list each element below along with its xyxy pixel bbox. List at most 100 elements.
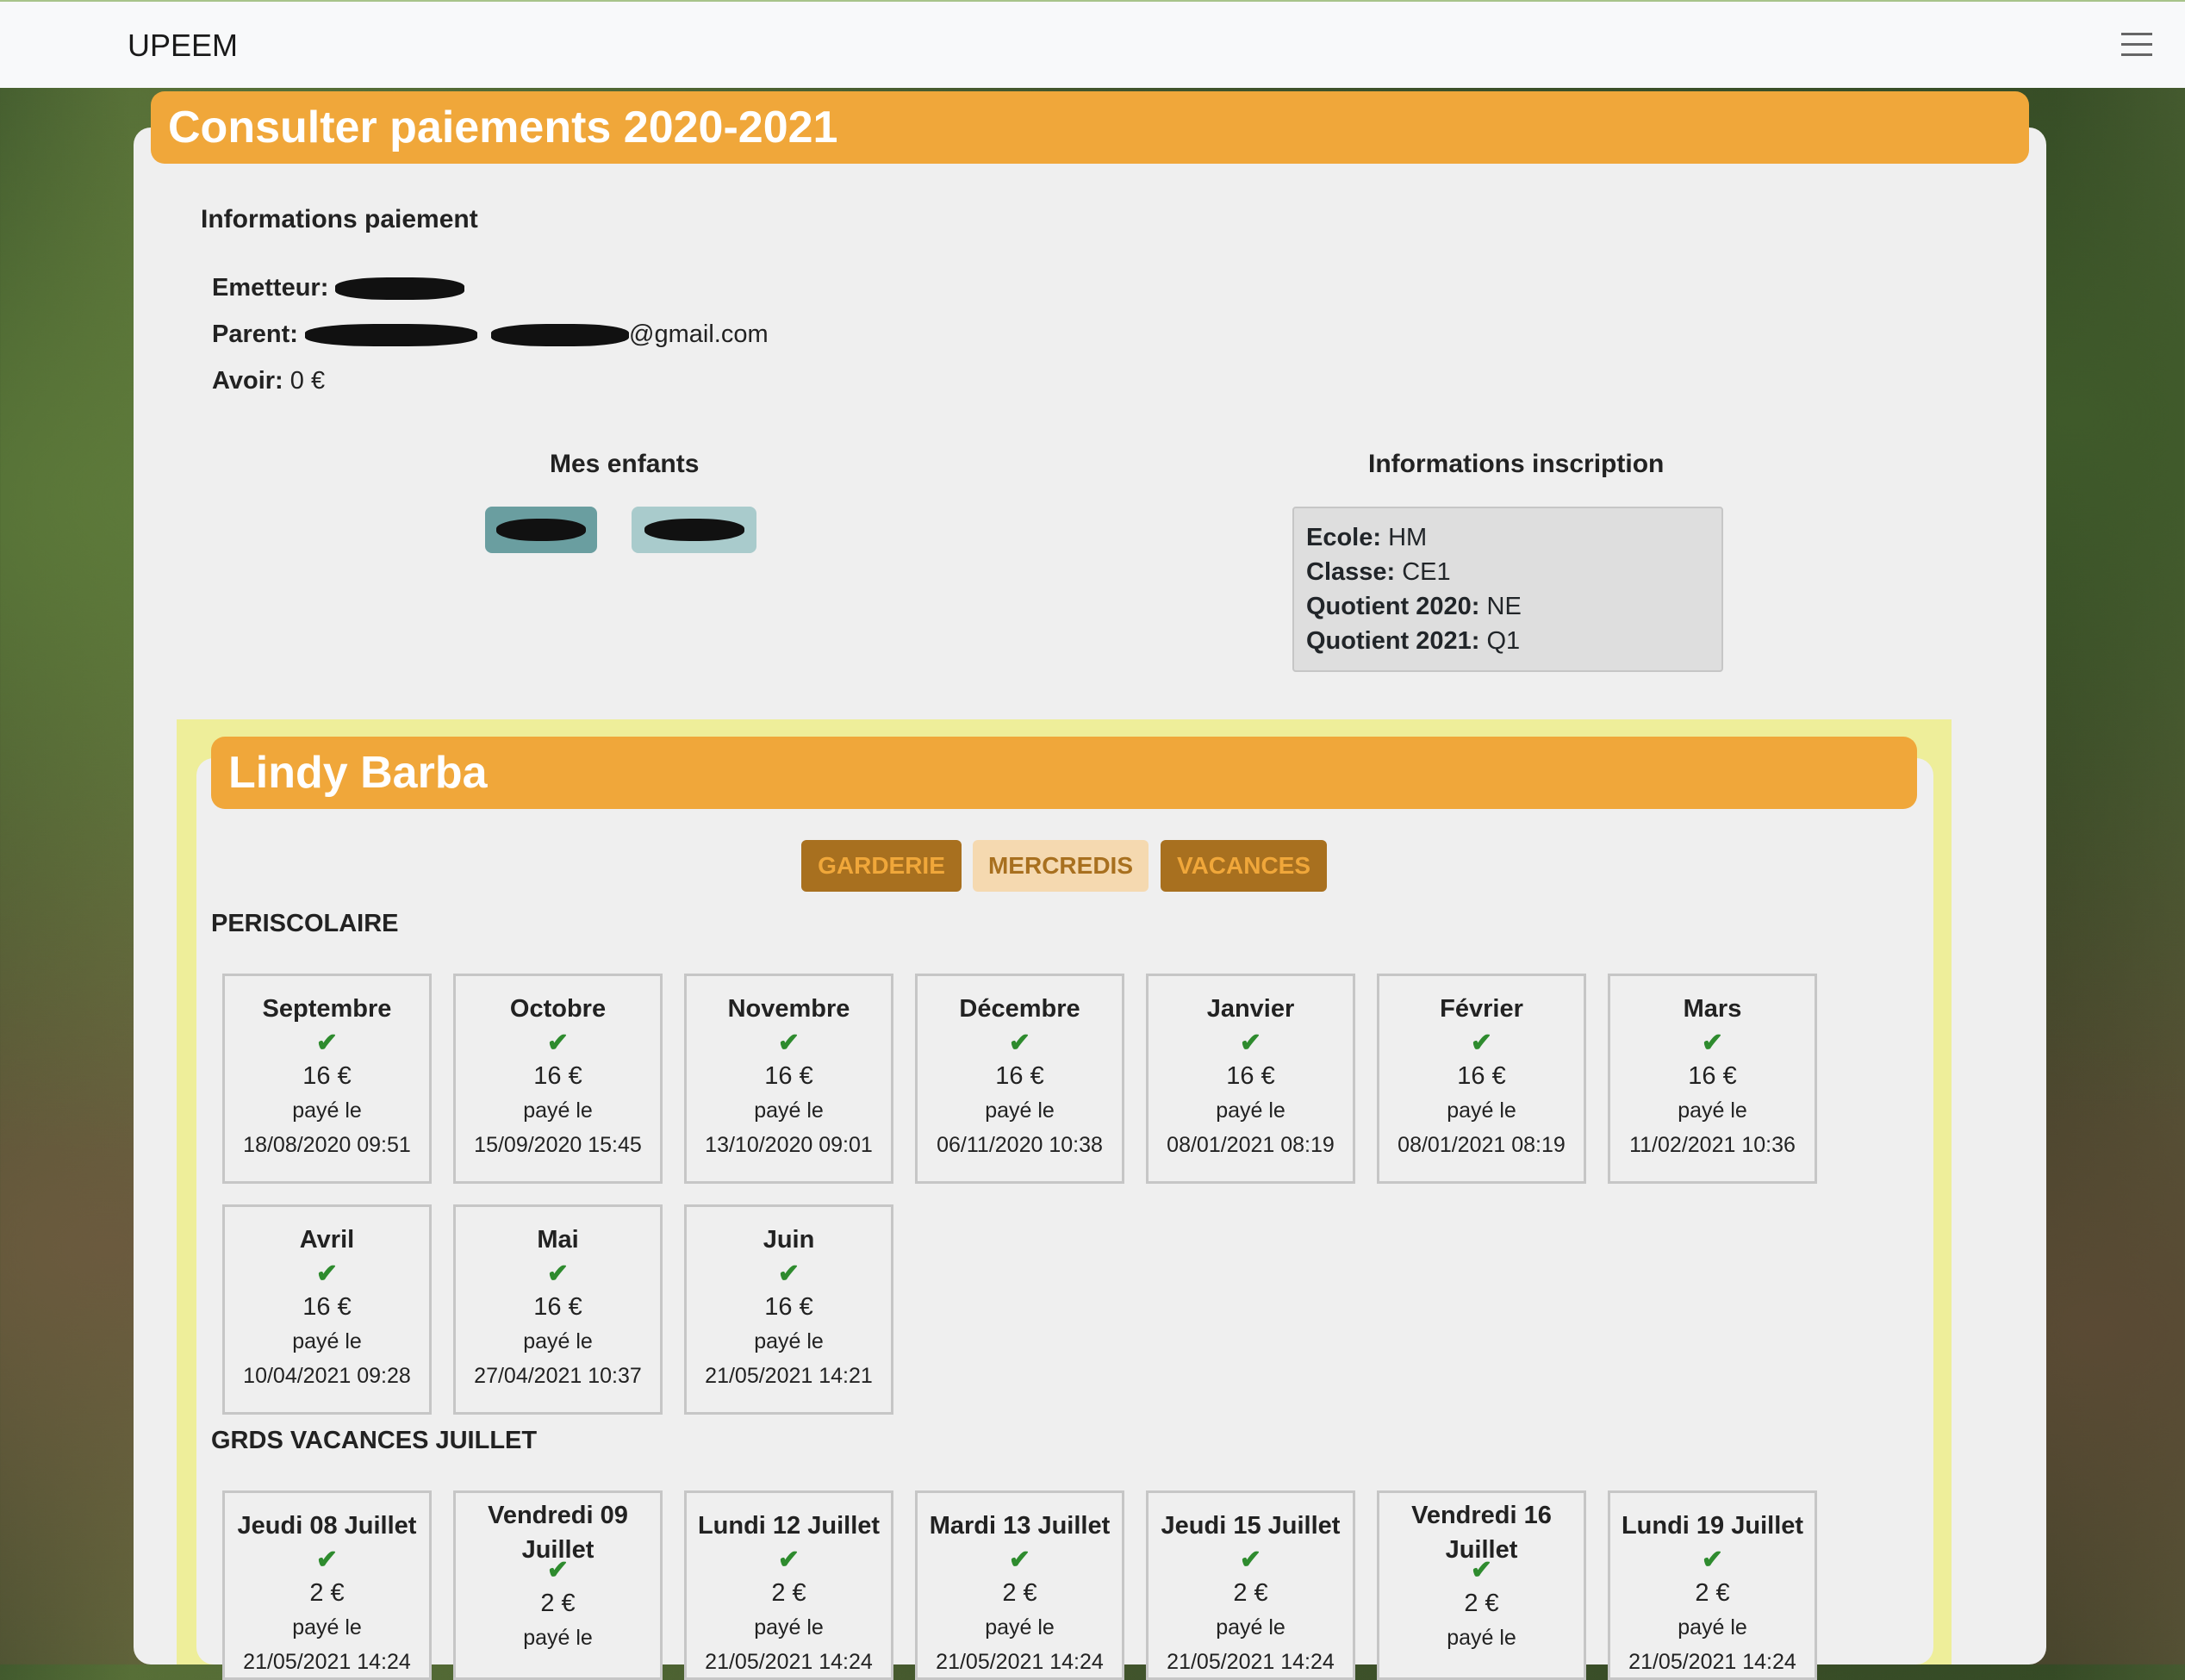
paid-label: payé le (1216, 1098, 1285, 1123)
paid-date: 21/05/2021 14:24 (1167, 1650, 1335, 1674)
amount: 2 € (1464, 1590, 1499, 1617)
day-name-line1: Jeudi 15 Juillet (1161, 1512, 1341, 1540)
paid-date: 21/05/2021 14:24 (1628, 1650, 1796, 1674)
check-icon: ✔ (1470, 1556, 1493, 1584)
child-button-2[interactable] (632, 507, 756, 553)
day-card: Lundi 19 Juillet ✔ 2 € payé le 21/05/2021 14… (1608, 1490, 1817, 1680)
month-name: Septembre (262, 995, 392, 1023)
check-icon: ✔ (1701, 1029, 1724, 1057)
month-card: Décembre ✔ 16 € payé le 06/11/2020 10:38 (915, 974, 1124, 1184)
month-name: Mai (537, 1226, 579, 1254)
paid-label: payé le (1447, 1626, 1516, 1650)
paid-label: payé le (754, 1098, 824, 1123)
amount: 16 € (533, 1062, 582, 1090)
month-card: Juin ✔ 16 € payé le 21/05/2021 14:21 (684, 1204, 893, 1415)
tab-vacances[interactable]: VACANCES (1161, 840, 1327, 892)
check-icon: ✔ (1470, 1029, 1493, 1057)
quotient-2020-value: NE (1486, 593, 1522, 620)
month-name: Novembre (727, 995, 850, 1023)
paid-date: 21/05/2021 14:24 (705, 1650, 873, 1674)
paid-date: 11/02/2021 10:36 (1629, 1133, 1796, 1157)
month-name: Février (1440, 995, 1523, 1023)
paid-label: payé le (1216, 1615, 1285, 1640)
navbar: UPEEM (0, 0, 2185, 88)
amount: 16 € (302, 1062, 352, 1090)
check-icon: ✔ (777, 1260, 800, 1288)
payment-info-title: Informations paiement (201, 205, 478, 233)
day-name: Jeudi 15 Juillet (1149, 1509, 1353, 1543)
paid-date: 21/05/2021 14:24 (936, 1650, 1104, 1674)
paid-date: 08/01/2021 08:19 (1398, 1133, 1566, 1157)
amount: 2 € (1695, 1579, 1730, 1607)
month-card: Février ✔ 16 € payé le 08/01/2021 08:19 (1377, 974, 1586, 1184)
day-name-line1: Vendredi 16 (1411, 1502, 1552, 1529)
month-card: Mai ✔ 16 € payé le 27/04/2021 10:37 (453, 1204, 663, 1415)
day-name: Lundi 12 Juillet (687, 1509, 891, 1543)
day-name-line1: Mardi 13 Juillet (929, 1512, 1111, 1540)
day-name: Mardi 13 Juillet (918, 1509, 1122, 1543)
paid-label: payé le (523, 1098, 593, 1123)
amount: 16 € (1226, 1062, 1275, 1090)
ecole-value: HM (1388, 524, 1428, 551)
check-icon: ✔ (1701, 1546, 1724, 1574)
children-title: Mes enfants (550, 450, 700, 478)
paid-date: 27/04/2021 10:37 (474, 1364, 642, 1388)
day-name-line1: Lundi 12 Juillet (697, 1512, 881, 1540)
quotient-2021-label: Quotient 2021: (1306, 627, 1480, 655)
section-periscolaire-title: PERISCOLAIRE (211, 910, 399, 937)
day-name: Jeudi 08 Juillet (225, 1509, 429, 1543)
page-title: Consulter paiements 2020-2021 (151, 91, 2029, 164)
avoir-value: 0 € (289, 367, 326, 395)
day-card: Vendredi 09 Juillet ✔ 2 € payé le (453, 1490, 663, 1680)
paid-label: payé le (985, 1615, 1055, 1640)
paid-label: payé le (1678, 1615, 1747, 1640)
amount: 2 € (1233, 1579, 1268, 1607)
brand-logo[interactable]: UPEEM (128, 28, 238, 64)
paid-date: 13/10/2020 09:01 (705, 1133, 873, 1157)
month-name: Octobre (509, 995, 607, 1023)
quotient-2020-label: Quotient 2020: (1306, 593, 1480, 620)
avoir-line: Avoir: 0 € (212, 367, 325, 395)
child-button-1[interactable] (485, 507, 597, 553)
child-name-title: Lindy Barba (211, 737, 1917, 809)
amount: 2 € (1002, 1579, 1037, 1607)
day-card: Mardi 13 Juillet ✔ 2 € payé le 21/05/2021 14… (915, 1490, 1124, 1680)
paid-date: 21/05/2021 14:21 (705, 1364, 873, 1388)
paid-date: 06/11/2020 10:38 (937, 1133, 1103, 1157)
avoir-label: Avoir: (212, 367, 283, 395)
day-card: Vendredi 16 Juillet ✔ 2 € payé le (1377, 1490, 1586, 1680)
day-name: Lundi 19 Juillet (1610, 1509, 1815, 1543)
amount: 16 € (764, 1062, 813, 1090)
parent-email-suffix: @gmail.com (629, 320, 769, 348)
month-card: Mars ✔ 16 € payé le 11/02/2021 10:36 (1608, 974, 1817, 1184)
amount: 16 € (302, 1293, 352, 1321)
emetteur-label: Emetteur: (212, 274, 329, 302)
month-card: Avril ✔ 16 € payé le 10/04/2021 09:28 (222, 1204, 432, 1415)
amount: 16 € (995, 1062, 1044, 1090)
day-name-line1: Jeudi 08 Juillet (237, 1512, 417, 1540)
redacted-block (644, 519, 744, 541)
redacted-block (335, 277, 465, 301)
paid-date: 21/05/2021 14:24 (243, 1650, 411, 1674)
month-card: Novembre ✔ 16 € payé le 13/10/2020 09:01 (684, 974, 893, 1184)
amount: 2 € (540, 1590, 576, 1617)
tab-mercredis[interactable]: MERCREDIS (973, 840, 1149, 892)
amount: 2 € (309, 1579, 345, 1607)
month-name: Avril (299, 1226, 355, 1254)
amount: 16 € (764, 1293, 813, 1321)
check-icon: ✔ (777, 1546, 800, 1574)
hamburger-icon[interactable] (2121, 33, 2152, 59)
month-card: Septembre ✔ 16 € payé le 18/08/2020 09:51 (222, 974, 432, 1184)
month-name: Décembre (959, 995, 1080, 1023)
quotient-2021-value: Q1 (1486, 627, 1521, 655)
paid-label: payé le (292, 1329, 362, 1353)
ecole-label: Ecole: (1306, 524, 1382, 551)
tab-garderie[interactable]: GARDERIE (801, 840, 962, 892)
check-icon: ✔ (1008, 1546, 1031, 1574)
check-icon: ✔ (546, 1260, 570, 1288)
month-name: Mars (1683, 995, 1742, 1023)
inscription-title: Informations inscription (1368, 450, 1665, 478)
month-card: Octobre ✔ 16 € payé le 15/09/2020 15:45 (453, 974, 663, 1184)
check-icon: ✔ (315, 1260, 339, 1288)
inscription-box: Ecole: HM Classe: CE1 Quotient 2020: NE … (1292, 507, 1723, 672)
